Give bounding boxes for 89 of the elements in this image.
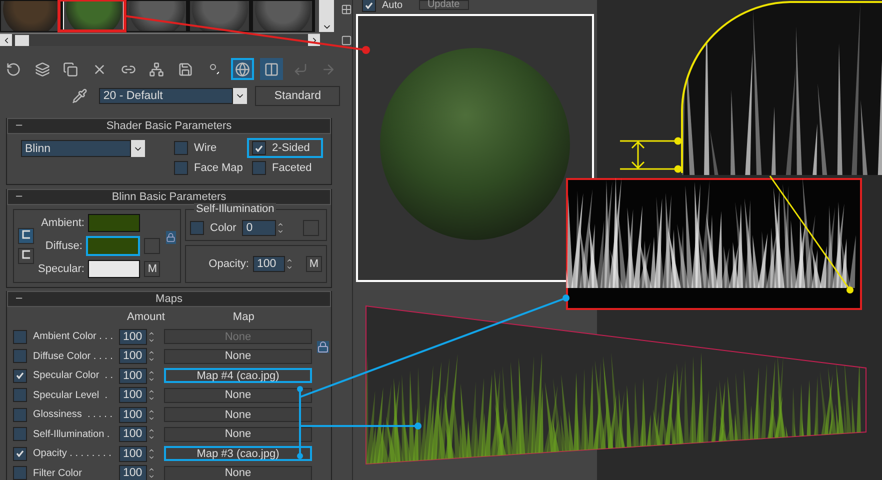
color-swatch[interactable] bbox=[88, 260, 140, 278]
map-label: Diffuse Color . . . . bbox=[33, 350, 114, 362]
grid-icon[interactable] bbox=[340, 4, 352, 15]
rollout-title: Blinn Basic Parameters bbox=[112, 191, 226, 203]
number-field[interactable]: 100 bbox=[253, 256, 285, 272]
checkmark-icon bbox=[255, 144, 263, 152]
number-field[interactable]: 0 bbox=[242, 220, 276, 236]
square-icon[interactable] bbox=[340, 35, 352, 46]
color-swatch[interactable] bbox=[88, 214, 140, 232]
checkbox[interactable] bbox=[13, 427, 27, 442]
rollout-header[interactable]: – Blinn Basic Parameters bbox=[7, 189, 331, 205]
shader-type-field[interactable]: Blinn bbox=[21, 140, 131, 157]
checkmark-icon bbox=[16, 450, 24, 458]
map-label: Ambient Color . . . bbox=[33, 331, 114, 342]
checkbox[interactable] bbox=[174, 141, 188, 155]
map-button[interactable]: None bbox=[164, 388, 312, 403]
map-button[interactable]: None bbox=[164, 426, 312, 442]
number-field[interactable]: 100 bbox=[119, 387, 147, 404]
lock-icon[interactable] bbox=[166, 230, 176, 244]
map-button[interactable]: Map #3 (cao.jpg) bbox=[164, 446, 312, 462]
scrollbar-thumb[interactable] bbox=[15, 34, 29, 46]
number-field[interactable]: 100 bbox=[119, 426, 147, 442]
number-field[interactable]: 100 bbox=[119, 465, 147, 480]
checkbox[interactable] bbox=[13, 408, 27, 422]
toggle-button[interactable] bbox=[18, 228, 34, 244]
option-label: Wire bbox=[194, 142, 217, 154]
checkbox[interactable] bbox=[252, 161, 266, 175]
material-type-button[interactable]: Standard bbox=[255, 86, 340, 106]
map-label: Self-Illumination . bbox=[33, 428, 111, 440]
rollout-title: Maps bbox=[156, 293, 182, 305]
map-button[interactable]: M bbox=[306, 256, 322, 272]
globe-icon[interactable] bbox=[231, 58, 254, 80]
collapse-sign[interactable]: – bbox=[16, 292, 22, 304]
color-swatch[interactable] bbox=[86, 236, 140, 256]
collapse-sign[interactable]: – bbox=[16, 119, 22, 131]
checkbox[interactable] bbox=[13, 388, 27, 402]
opacity-label: Opacity: bbox=[208, 258, 249, 270]
map-button[interactable]: M bbox=[144, 261, 160, 277]
number-field[interactable]: 100 bbox=[119, 406, 147, 423]
checkmark-icon bbox=[365, 2, 373, 8]
map-label: Specular Color . . bbox=[33, 370, 114, 382]
group-title: Self-Illumination bbox=[194, 203, 276, 215]
rollout-header[interactable]: – Maps bbox=[7, 291, 331, 307]
collapse-sign[interactable]: – bbox=[16, 190, 22, 202]
map-button[interactable]: None bbox=[164, 407, 312, 422]
map-button[interactable]: None bbox=[164, 466, 312, 480]
selection-frame bbox=[58, 0, 126, 32]
option-label: Face Map bbox=[194, 162, 243, 174]
option-label: 2-Sided bbox=[272, 142, 310, 154]
material-name-field[interactable]: 20 - Default bbox=[99, 88, 234, 104]
height-dimension-drawing bbox=[620, 136, 682, 174]
checkbox[interactable] bbox=[13, 349, 27, 364]
color-label: Specular: bbox=[38, 263, 84, 275]
number-field[interactable]: 100 bbox=[119, 446, 147, 462]
number-field[interactable]: 100 bbox=[119, 368, 147, 384]
lock-icon[interactable] bbox=[317, 341, 329, 354]
checkbox[interactable] bbox=[174, 161, 188, 175]
scrollbar[interactable] bbox=[319, 0, 334, 32]
column-header: Map bbox=[232, 311, 254, 323]
map-label: Filter Color bbox=[33, 468, 83, 479]
checkbox[interactable] bbox=[362, 0, 376, 12]
map-button[interactable]: None bbox=[164, 348, 312, 364]
checkbox[interactable] bbox=[190, 221, 204, 235]
auto-label: Auto bbox=[382, 0, 403, 10]
toggle-button[interactable] bbox=[18, 248, 34, 264]
option-label: Faceted bbox=[272, 162, 312, 174]
checkbox[interactable] bbox=[13, 446, 27, 461]
checkbox[interactable] bbox=[13, 466, 27, 480]
scrollbar[interactable] bbox=[0, 33, 320, 46]
column-header: Amount bbox=[127, 311, 165, 323]
checkmark-icon bbox=[16, 372, 24, 380]
option-row[interactable]: 2-Sided bbox=[247, 138, 323, 158]
rollout-title: Shader Basic Parameters bbox=[106, 120, 232, 132]
checkbox[interactable] bbox=[252, 141, 266, 155]
map-label: Opacity . . . . . . . . bbox=[33, 448, 112, 460]
checkbox[interactable] bbox=[13, 368, 27, 383]
bracket-icon bbox=[22, 250, 30, 259]
color-label: Diffuse: bbox=[45, 240, 82, 252]
color-checkbox-label: Color bbox=[210, 222, 236, 234]
rollout-header[interactable]: – Shader Basic Parameters bbox=[7, 118, 331, 134]
map-button[interactable]: Map #4 (cao.jpg) bbox=[164, 368, 312, 384]
eyedropper-icon[interactable] bbox=[72, 88, 88, 104]
map-label: Glossiness . . . . . bbox=[33, 409, 114, 420]
color-swatch[interactable] bbox=[303, 220, 320, 236]
columns-icon[interactable] bbox=[260, 58, 283, 80]
number-field[interactable]: 100 bbox=[119, 348, 147, 364]
bracket-icon bbox=[22, 230, 30, 239]
map-label: Specular Level . bbox=[33, 390, 108, 401]
color-label: Ambient: bbox=[41, 217, 84, 229]
